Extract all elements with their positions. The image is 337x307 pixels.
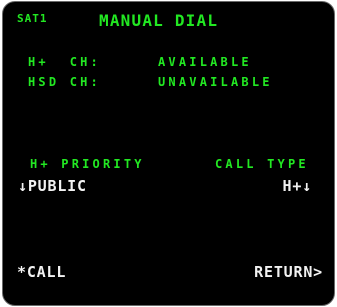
page-id: SAT1	[17, 12, 48, 25]
h-plus-channel-label: H+ CH:	[28, 55, 101, 69]
cdu-screen: SAT1 MANUAL DIAL H+ CH: AVAILABLE HSD CH…	[2, 1, 335, 306]
hsd-channel-status: UNAVAILABLE	[158, 75, 273, 89]
h-plus-channel-status: AVAILABLE	[158, 55, 252, 69]
call-button[interactable]: *CALL	[17, 265, 66, 280]
page-title: MANUAL DIAL	[99, 11, 219, 30]
return-button[interactable]: RETURN>	[254, 265, 323, 280]
priority-header: H+ PRIORITY	[30, 157, 145, 171]
call-type-header: CALL TYPE	[215, 157, 309, 171]
call-type-selector[interactable]: H+↓	[283, 179, 313, 194]
hsd-channel-label: HSD CH:	[28, 75, 101, 89]
priority-selector[interactable]: ↓PUBLIC	[18, 179, 87, 194]
